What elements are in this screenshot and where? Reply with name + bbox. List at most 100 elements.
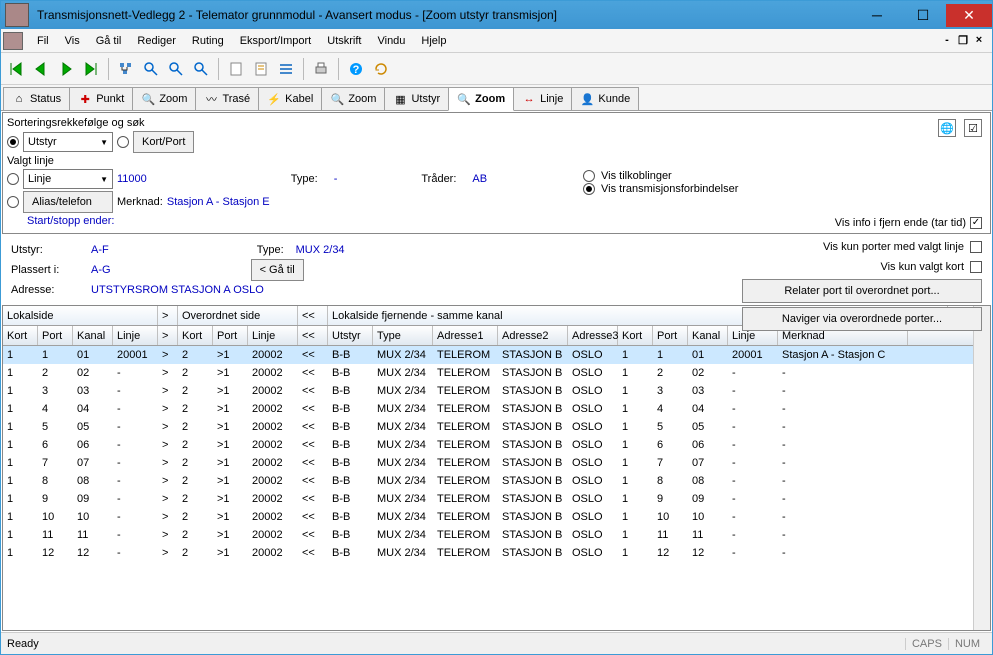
col-port2[interactable]: Port xyxy=(213,326,248,345)
table-row[interactable]: 1808->2>120002<<B-BMUX 2/34TELEROMSTASJO… xyxy=(3,472,973,490)
tool-list-icon[interactable] xyxy=(275,58,297,80)
col-port[interactable]: Port xyxy=(38,326,73,345)
globe-icon[interactable]: 🌐 xyxy=(938,119,956,137)
col-kanal[interactable]: Kanal xyxy=(73,326,113,345)
col-lt[interactable]: << xyxy=(298,326,328,345)
chk-kun-porter[interactable] xyxy=(970,241,982,253)
nav-prev-icon[interactable] xyxy=(30,58,52,80)
menu-utskrift[interactable]: Utskrift xyxy=(319,32,369,50)
nav-last-icon[interactable] xyxy=(80,58,102,80)
alias-button[interactable]: Alias/telefon xyxy=(23,191,113,213)
tool-refresh-icon[interactable] xyxy=(370,58,392,80)
menu-ruting[interactable]: Ruting xyxy=(184,32,232,50)
col-utstyr[interactable]: Utstyr xyxy=(328,326,373,345)
mdi-minimize-icon[interactable]: - xyxy=(940,34,954,47)
tab-zoom-active[interactable]: 🔍Zoom xyxy=(448,87,514,111)
col-linje[interactable]: Linje xyxy=(113,326,158,345)
group-gt[interactable]: > xyxy=(158,306,178,325)
tool-print-icon[interactable] xyxy=(310,58,332,80)
combo-linje[interactable]: Linje▼ xyxy=(23,169,113,189)
col-type[interactable]: Type xyxy=(373,326,433,345)
nav-next-icon[interactable] xyxy=(55,58,77,80)
type-value: - xyxy=(334,173,338,185)
chk-vis-fjern[interactable] xyxy=(970,217,982,229)
naviger-button[interactable]: Naviger via overordnede porter... xyxy=(742,307,982,331)
col-kort[interactable]: Kort xyxy=(3,326,38,345)
table-row[interactable]: 1303->2>120002<<B-BMUX 2/34TELEROMSTASJO… xyxy=(3,382,973,400)
menu-fil[interactable]: Fil xyxy=(29,32,57,50)
col-port3[interactable]: Port xyxy=(653,326,688,345)
tool-zoom2-icon[interactable] xyxy=(165,58,187,80)
zoom-icon: 🔍 xyxy=(330,92,344,106)
nav-first-icon[interactable] xyxy=(5,58,27,80)
tab-trase[interactable]: 〰Trasé xyxy=(195,87,259,110)
relater-button[interactable]: Relater port til overordnet port... xyxy=(742,279,982,303)
col-adresse2[interactable]: Adresse2 xyxy=(498,326,568,345)
tool-doc1-icon[interactable] xyxy=(225,58,247,80)
col-kort2[interactable]: Kort xyxy=(178,326,213,345)
minimize-button[interactable]: ─ xyxy=(854,4,900,27)
col-kanal3[interactable]: Kanal xyxy=(688,326,728,345)
tool-help-icon[interactable]: ? xyxy=(345,58,367,80)
radio-utstyr[interactable] xyxy=(7,136,19,148)
tab-zoom-1[interactable]: 🔍Zoom xyxy=(132,87,196,110)
radio-alias[interactable] xyxy=(7,196,19,208)
col-adresse1[interactable]: Adresse1 xyxy=(433,326,498,345)
table-row[interactable]: 11010->2>120002<<B-BMUX 2/34TELEROMSTASJ… xyxy=(3,508,973,526)
tab-kabel[interactable]: ⚡Kabel xyxy=(258,87,322,110)
col-gt[interactable]: > xyxy=(158,326,178,345)
tool-tree-icon[interactable] xyxy=(115,58,137,80)
plassert-value[interactable]: A-G xyxy=(91,264,111,276)
linje-value[interactable]: 11000 xyxy=(117,173,147,185)
table-row[interactable]: 11212->2>120002<<B-BMUX 2/34TELEROMSTASJ… xyxy=(3,544,973,562)
vertical-scrollbar[interactable] xyxy=(973,306,990,630)
table-row[interactable]: 1707->2>120002<<B-BMUX 2/34TELEROMSTASJO… xyxy=(3,454,973,472)
close-button[interactable]: ✕ xyxy=(946,4,992,27)
merknad-label: Merknad: xyxy=(117,196,163,208)
sort-heading: Sorteringsrekkefølge og søk xyxy=(7,117,986,129)
menu-rediger[interactable]: Rediger xyxy=(129,32,184,50)
radio-vis-transmisjon[interactable] xyxy=(583,183,595,195)
gatil-button[interactable]: < Gå til xyxy=(251,259,304,281)
tab-status[interactable]: ⌂Status xyxy=(3,87,70,110)
menu-hjelp[interactable]: Hjelp xyxy=(413,32,454,50)
tab-utstyr[interactable]: ▦Utstyr xyxy=(384,87,449,110)
group-lt[interactable]: << xyxy=(298,306,328,325)
table-row[interactable]: 110120001>2>120002<<B-BMUX 2/34TELEROMST… xyxy=(3,346,973,364)
table-row[interactable]: 1404->2>120002<<B-BMUX 2/34TELEROMSTASJO… xyxy=(3,400,973,418)
col-linje2[interactable]: Linje xyxy=(248,326,298,345)
table-row[interactable]: 1202->2>120002<<B-BMUX 2/34TELEROMSTASJO… xyxy=(3,364,973,382)
checklist-icon[interactable]: ☑ xyxy=(964,119,982,137)
mdi-close-icon[interactable]: × xyxy=(972,34,986,47)
col-adresse3[interactable]: Adresse3 xyxy=(568,326,618,345)
table-row[interactable]: 1606->2>120002<<B-BMUX 2/34TELEROMSTASJO… xyxy=(3,436,973,454)
chk-kun-kort[interactable] xyxy=(970,261,982,273)
menu-eksport[interactable]: Eksport/Import xyxy=(232,32,320,50)
menu-vindu[interactable]: Vindu xyxy=(369,32,413,50)
radio-vis-tilkoblinger[interactable] xyxy=(583,170,595,182)
status-bar: Ready CAPS NUM xyxy=(1,632,992,654)
tab-linje[interactable]: ↔Linje xyxy=(513,87,572,110)
menu-gatil[interactable]: Gå til xyxy=(88,32,130,50)
combo-utstyr[interactable]: Utstyr▼ xyxy=(23,132,113,152)
tool-zoom3-icon[interactable] xyxy=(190,58,212,80)
tab-kunde[interactable]: 👤Kunde xyxy=(571,87,639,110)
tab-zoom-2[interactable]: 🔍Zoom xyxy=(321,87,385,110)
mdi-restore-icon[interactable]: ❐ xyxy=(956,34,970,47)
grid-body[interactable]: 110120001>2>120002<<B-BMUX 2/34TELEROMST… xyxy=(3,346,973,630)
table-row[interactable]: 11111->2>120002<<B-BMUX 2/34TELEROMSTASJ… xyxy=(3,526,973,544)
utstyr-value[interactable]: A-F xyxy=(91,244,109,256)
menu-vis[interactable]: Vis xyxy=(57,32,88,50)
group-lokalside[interactable]: Lokalside xyxy=(3,306,158,325)
radio-kortport[interactable] xyxy=(117,136,129,148)
tool-zoom-icon[interactable] xyxy=(140,58,162,80)
table-row[interactable]: 1909->2>120002<<B-BMUX 2/34TELEROMSTASJO… xyxy=(3,490,973,508)
kortport-button[interactable]: Kort/Port xyxy=(133,131,194,153)
tab-punkt[interactable]: ✚Punkt xyxy=(69,87,133,110)
radio-linje[interactable] xyxy=(7,173,19,185)
group-overordnet[interactable]: Overordnet side xyxy=(178,306,298,325)
table-row[interactable]: 1505->2>120002<<B-BMUX 2/34TELEROMSTASJO… xyxy=(3,418,973,436)
col-kort3[interactable]: Kort xyxy=(618,326,653,345)
maximize-button[interactable]: ☐ xyxy=(900,4,946,27)
tool-doc2-icon[interactable] xyxy=(250,58,272,80)
